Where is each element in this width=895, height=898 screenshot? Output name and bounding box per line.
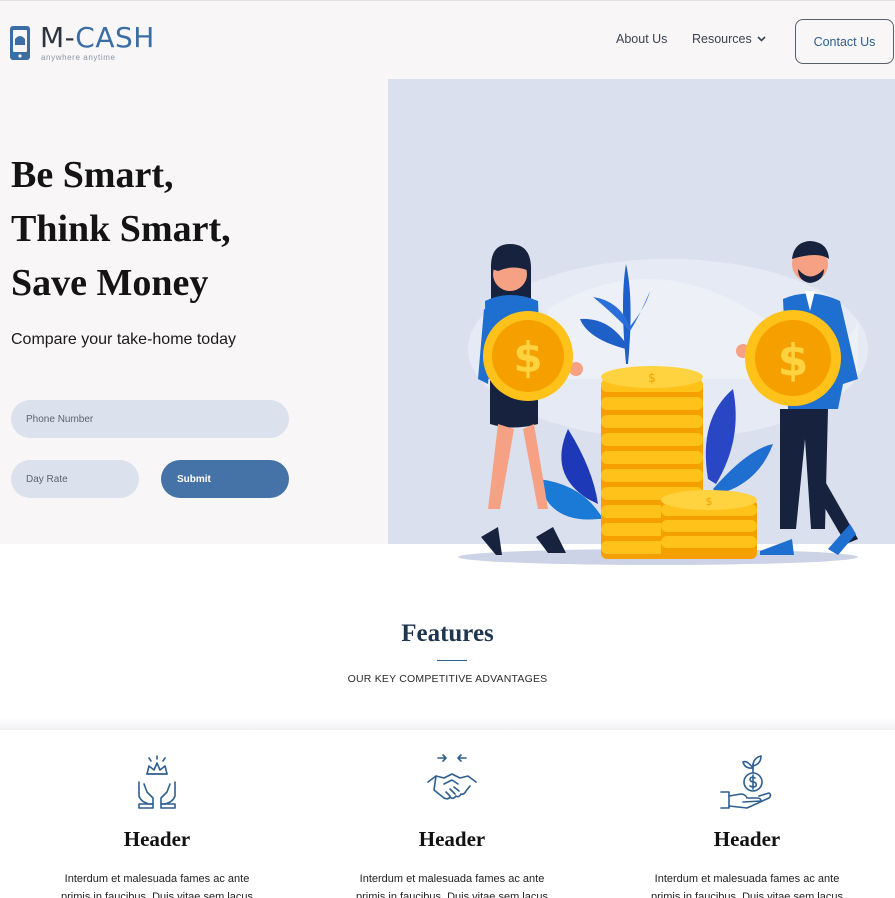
nav-about-link[interactable]: About Us [616, 32, 667, 46]
day-rate-input[interactable] [11, 460, 139, 498]
phone-number-input[interactable] [11, 400, 289, 438]
svg-text:$: $ [778, 335, 809, 386]
brand-name-part2: CASH [75, 21, 155, 54]
feature-card: Header Interdum et malesuada fames ac an… [8, 730, 306, 898]
feature-card-text: Interdum et malesuada fames ac ante prim… [356, 873, 548, 898]
svg-text:$: $ [706, 495, 713, 508]
phone-logo-icon [10, 26, 30, 60]
feature-card-header: Header [713, 827, 781, 851]
feature-card-text: Interdum et malesuada fames ac ante prim… [61, 873, 253, 898]
chevron-down-icon [757, 36, 766, 42]
site-header: M-CASH anywhere anytime About Us Resourc… [0, 1, 895, 79]
hero-subheading: Compare your take-home today [11, 331, 236, 348]
nav-resources-dropdown[interactable]: Resources [692, 32, 766, 46]
brand-name-part1: M- [40, 21, 76, 54]
hero-headline: Be Smart, Think Smart, Save Money [11, 148, 231, 310]
headline-line: Save Money [11, 262, 209, 304]
section-divider-shadow [0, 718, 895, 730]
feature-card-text: Interdum et malesuada fames ac ante prim… [651, 873, 843, 898]
savings-illustration: $ $ $ $ [458, 241, 868, 565]
headline-line: Be Smart, [11, 154, 174, 196]
features-subtitle: OUR KEY COMPETITIVE ADVANTAGES [347, 673, 548, 685]
svg-text:$: $ [513, 333, 542, 382]
headline-line: Think Smart, [11, 208, 231, 250]
feature-card-header: Header [418, 827, 486, 851]
feature-card-header: Header [123, 827, 191, 851]
contact-us-button[interactable]: Contact Us [795, 19, 894, 64]
brand-logo[interactable]: M-CASH anywhere anytime [9, 23, 169, 67]
crown-hands-icon [138, 755, 176, 809]
brand-name: M-CASH [40, 23, 155, 53]
money-plant-hand-icon [720, 755, 772, 809]
brand-tagline: anywhere anytime [41, 53, 116, 62]
feature-card: Header Interdum et malesuada fames ac an… [598, 730, 895, 898]
svg-text:$: $ [648, 371, 656, 385]
features-divider [437, 660, 467, 661]
nav-resources-label: Resources [692, 32, 752, 46]
handshake-icon [427, 754, 477, 800]
feature-card: Header Interdum et malesuada fames ac an… [303, 730, 601, 898]
features-title: Features [401, 620, 494, 647]
submit-button[interactable]: Submit [161, 460, 289, 498]
